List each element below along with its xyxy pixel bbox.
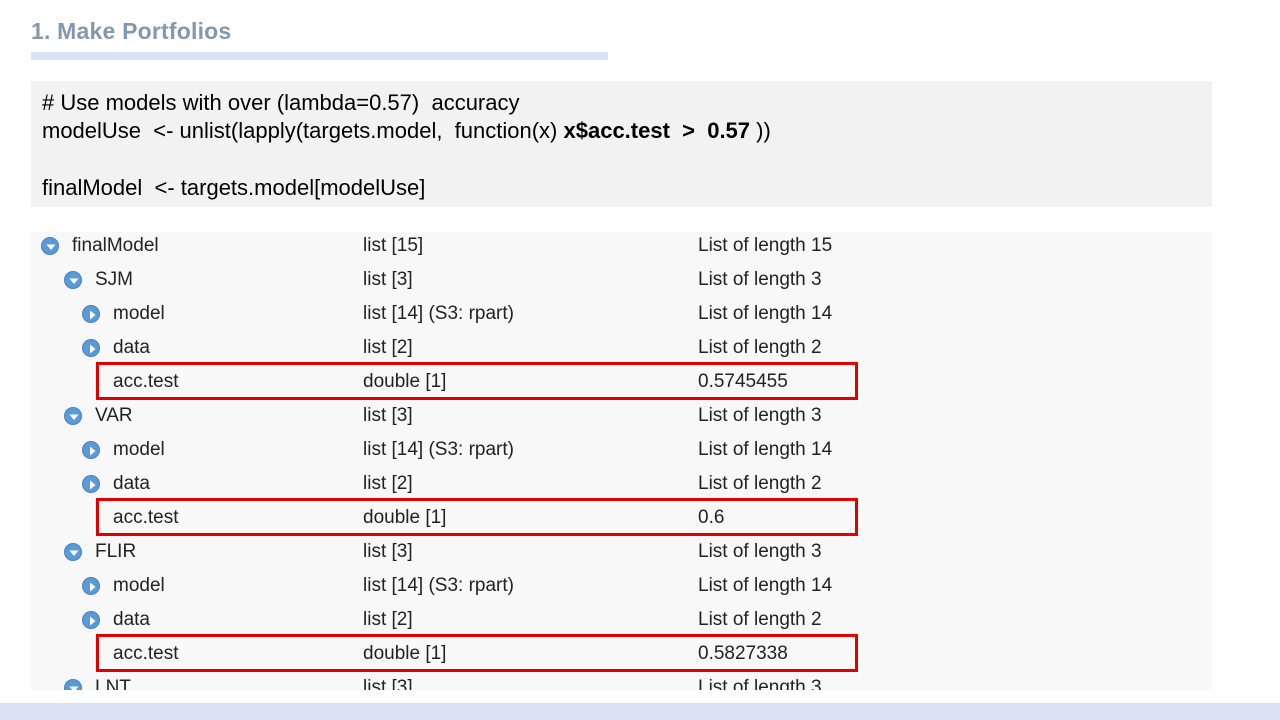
- tree-row[interactable]: SJM list [3] List of length 3: [31, 265, 1212, 299]
- highlight-box: [96, 362, 858, 400]
- code-condition: x$acc.test > 0.57: [563, 118, 751, 143]
- code-segment: modelUse <- unlist(lapply(targets.model,…: [42, 118, 564, 143]
- tree-row-type: list [3]: [363, 405, 413, 426]
- tree-row-name: data: [113, 337, 150, 358]
- tree-row-value: List of length 3: [698, 405, 822, 426]
- expand-toggle-closed-icon[interactable]: [82, 339, 100, 357]
- code-block: # Use models with over (lambda=0.57) acc…: [31, 81, 1212, 207]
- tree-row-value: List of length 14: [698, 439, 833, 460]
- tree-row-type: list [14] (S3: rpart): [363, 439, 514, 460]
- tree-row-type: list [14] (S3: rpart): [363, 575, 514, 596]
- tree-row-type: list [2]: [363, 337, 413, 358]
- expand-toggle-open-icon[interactable]: [64, 543, 82, 561]
- expand-toggle-closed-icon[interactable]: [82, 577, 100, 595]
- highlight-box: [96, 634, 858, 672]
- tree-row[interactable]: model list [14] (S3: rpart) List of length…: [31, 435, 1212, 469]
- tree-row-type: list [15]: [363, 235, 424, 256]
- tree-row-name: SJM: [95, 269, 133, 290]
- tree-row-type: list [3]: [363, 677, 413, 690]
- tree-row-type: list [2]: [363, 609, 413, 630]
- expand-toggle-open-icon[interactable]: [64, 271, 82, 289]
- tree-row[interactable]: LNT list [3] List of length 3: [31, 673, 1212, 690]
- expand-toggle-closed-icon[interactable]: [82, 305, 100, 323]
- tree-row-name: VAR: [95, 405, 133, 426]
- tree-row-type: list [3]: [363, 541, 413, 562]
- code-line-modeluse: modelUse <- unlist(lapply(targets.model,…: [42, 118, 771, 144]
- tree-row[interactable]: model list [14] (S3: rpart) List of length…: [31, 571, 1212, 605]
- tree-row-value: List of length 3: [698, 269, 822, 290]
- expand-toggle-open-icon[interactable]: [64, 407, 82, 425]
- tree-row-type: list [14] (S3: rpart): [363, 303, 514, 324]
- tree-row[interactable]: model list [14] (S3: rpart) List of length…: [31, 299, 1212, 333]
- expand-toggle-closed-icon[interactable]: [82, 611, 100, 629]
- expand-toggle-open-icon[interactable]: [64, 679, 82, 690]
- tree-row-name: LNT: [95, 677, 131, 690]
- tree-row[interactable]: VAR list [3] List of length 3: [31, 401, 1212, 435]
- expand-toggle-closed-icon[interactable]: [82, 441, 100, 459]
- tree-row-name: data: [113, 473, 150, 494]
- tree-row-value: List of length 3: [698, 541, 822, 562]
- title-underline: [31, 52, 608, 60]
- environment-tree: finalModel list [15] List of length 15 SJM l…: [31, 232, 1212, 690]
- slide-title: 1. Make Portfolios: [31, 18, 232, 44]
- tree-row-value: List of length 3: [698, 677, 822, 690]
- tree-row-name: model: [113, 575, 165, 596]
- tree-row-name: model: [113, 303, 165, 324]
- tree-row-value: List of length 2: [698, 337, 822, 358]
- tree-row-value: List of length 2: [698, 609, 822, 630]
- tree-row-name: finalModel: [72, 235, 159, 256]
- tree-row[interactable]: FLIR list [3] List of length 3: [31, 537, 1212, 571]
- tree-row-type: list [2]: [363, 473, 413, 494]
- tree-row-name: model: [113, 439, 165, 460]
- footer-bar: [0, 703, 1280, 720]
- tree-row-value: List of length 14: [698, 575, 833, 596]
- tree-row-value: List of length 14: [698, 303, 833, 324]
- code-line-finalmodel: finalModel <- targets.model[modelUse]: [42, 175, 426, 200]
- tree-row-value: List of length 2: [698, 473, 822, 494]
- tree-row-type: list [3]: [363, 269, 413, 290]
- tree-row-name: FLIR: [95, 541, 137, 562]
- expand-toggle-closed-icon[interactable]: [82, 475, 100, 493]
- tree-row-name: data: [113, 609, 150, 630]
- highlight-box: [96, 498, 858, 536]
- code-line-comment: # Use models with over (lambda=0.57) acc…: [42, 90, 520, 115]
- tree-row[interactable]: finalModel list [15] List of length 15: [31, 232, 1212, 265]
- expand-toggle-open-icon[interactable]: [41, 237, 59, 255]
- code-segment: )): [750, 118, 771, 143]
- tree-row-value: List of length 15: [698, 235, 833, 256]
